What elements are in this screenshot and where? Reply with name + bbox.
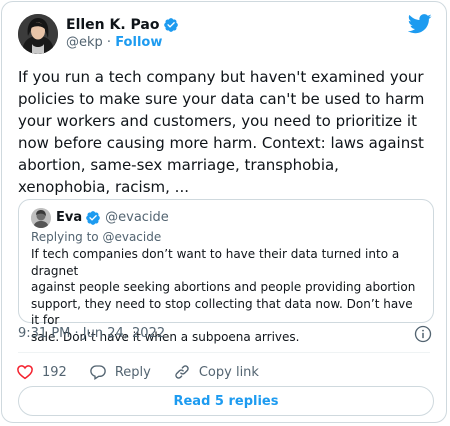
tweet-text: If you run a tech company but haven't ex…	[18, 68, 425, 196]
heart-icon	[17, 365, 33, 380]
reply-label: Reply	[114, 364, 151, 380]
verified-badge-icon	[163, 18, 178, 32]
copy-link-label: Copy link	[198, 364, 259, 380]
reply-bubble-icon	[90, 365, 106, 380]
author-name-text[interactable]: Ellen K. Pao	[66, 16, 160, 34]
twitter-bird-icon[interactable]	[408, 14, 432, 34]
quoted-tweet-header: Eva @evacide	[31, 208, 169, 228]
reply-button[interactable]: Reply	[89, 363, 151, 381]
tweet-actions: 192 Reply Copy link	[16, 362, 281, 382]
profile-photo-icon	[18, 14, 58, 54]
verified-badge-icon	[86, 211, 100, 225]
quoted-author-name[interactable]: Eva	[56, 210, 82, 226]
quoted-author-avatar	[31, 208, 51, 228]
replying-to: Replying to @evacide	[31, 230, 162, 244]
like-count: 192	[42, 364, 67, 380]
follow-link[interactable]: Follow	[115, 35, 162, 50]
author-handle[interactable]: @ekp	[66, 35, 103, 50]
quoted-author-handle[interactable]: @evacide	[105, 210, 169, 226]
meta-separator: ·	[106, 35, 112, 50]
link-icon	[175, 365, 189, 379]
profile-photo-icon	[31, 208, 51, 228]
read-replies-button[interactable]: Read 5 replies	[18, 386, 434, 416]
tweet-timestamp[interactable]: 9:31 PM · Jun 24, 2022	[18, 326, 165, 342]
info-icon[interactable]	[414, 325, 432, 343]
tweet-card: Ellen K. Pao @ekp · Follow If you run a …	[1, 1, 447, 423]
author-name[interactable]: Ellen K. Pao	[66, 16, 179, 34]
copy-link-button[interactable]: Copy link	[173, 363, 259, 381]
quoted-tweet[interactable]: Eva @evacide Replying to @evacide If tec…	[18, 199, 434, 344]
author-avatar[interactable]	[18, 14, 58, 54]
like-button[interactable]: 192	[16, 363, 67, 381]
author-meta: @ekp · Follow	[66, 35, 162, 51]
divider	[18, 352, 430, 353]
